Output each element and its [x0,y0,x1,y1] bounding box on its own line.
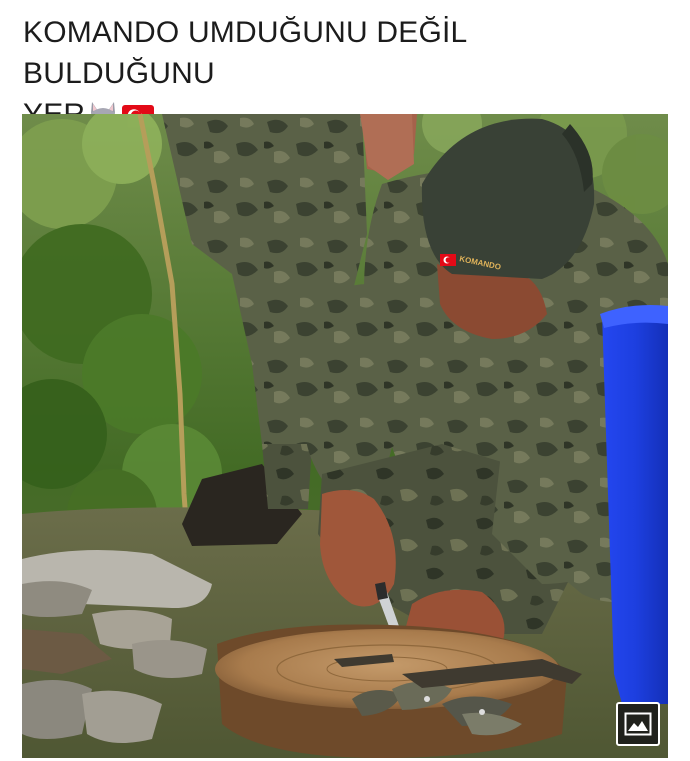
image-gallery-icon [624,712,652,736]
caption-line-1: KOMANDO UMDUĞUNU DEĞİL BULDUĞUNU [23,16,467,90]
post-photo[interactable]: KOMANDO [22,114,668,758]
image-gallery-button[interactable] [616,702,660,746]
